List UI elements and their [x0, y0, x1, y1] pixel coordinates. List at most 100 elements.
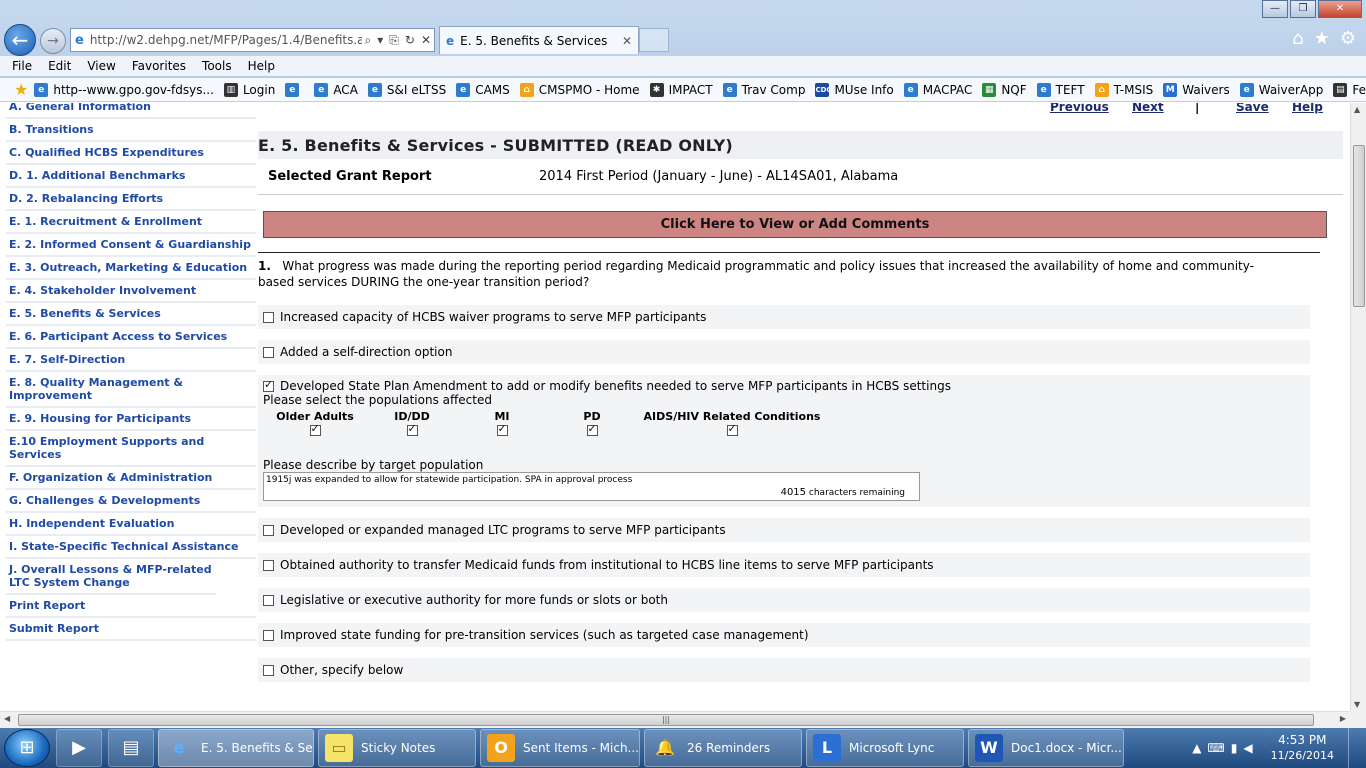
favorite-link[interactable]: ✱ IMPACT: [649, 82, 713, 97]
sidebar-item-additional-benchmarks[interactable]: D. 1. Additional Benchmarks: [6, 165, 256, 188]
maximize-button[interactable]: ❐: [1290, 0, 1316, 18]
favorite-link[interactable]: ⌂ T-MSIS: [1094, 82, 1153, 97]
sidebar-item-outreach[interactable]: E. 3. Outreach, Marketing & Education: [6, 257, 256, 280]
favorite-link[interactable]: e CAMS: [456, 82, 510, 97]
close-window-button[interactable]: ✕: [1318, 0, 1362, 18]
tab-benefits-services[interactable]: e E. 5. Benefits & Services ✕: [439, 26, 639, 54]
start-button[interactable]: ⊞: [4, 729, 50, 767]
explorer-pin[interactable]: ▤: [108, 729, 154, 767]
show-desktop-button[interactable]: [1348, 728, 1360, 768]
favorite-link[interactable]: CDC MUse Info: [815, 82, 894, 97]
menu-view[interactable]: View: [87, 59, 115, 73]
checkbox-checked[interactable]: [586, 422, 598, 436]
sidebar-item-rebalancing[interactable]: D. 2. Rebalancing Efforts: [6, 188, 256, 211]
favorite-link[interactable]: ▤FedRecords: [1333, 82, 1366, 97]
minimize-button[interactable]: —: [1262, 0, 1288, 18]
checkbox[interactable]: [263, 629, 274, 641]
dropdown-icon[interactable]: ▾: [377, 33, 383, 47]
sidebar-item-submit-report[interactable]: Submit Report: [6, 618, 256, 641]
sidebar-item-housing[interactable]: E. 9. Housing for Participants: [6, 408, 256, 431]
menu-file[interactable]: File: [12, 59, 32, 73]
new-tab-button[interactable]: [639, 28, 669, 52]
clock[interactable]: 4:53 PM 11/26/2014: [1271, 733, 1334, 763]
help-link[interactable]: Help: [1292, 103, 1323, 114]
sidebar-item-transitions[interactable]: B. Transitions: [6, 119, 256, 142]
horizontal-scrollbar[interactable]: ◀ ||| ▶: [0, 711, 1350, 728]
sidebar-item-recruitment[interactable]: E. 1. Recruitment & Enrollment: [6, 211, 256, 234]
refresh-icon[interactable]: ↻: [405, 33, 415, 47]
sidebar-item-self-direction[interactable]: E. 7. Self-Direction: [6, 349, 256, 372]
next-link[interactable]: Next: [1132, 103, 1164, 114]
previous-link[interactable]: Previous: [1050, 103, 1109, 114]
taskbar-item-ie[interactable]: e E. 5. Benefits & Se...: [158, 729, 314, 767]
scroll-right-icon[interactable]: ▶: [1340, 714, 1346, 723]
favorite-link[interactable]: ⌂ CMSPMO - Home: [519, 82, 640, 97]
checkbox-checked[interactable]: [263, 378, 274, 392]
taskbar-item-lync[interactable]: L Microsoft Lync: [806, 729, 964, 767]
sidebar-item-quality-management[interactable]: E. 8. Quality Management & Improvement: [6, 372, 256, 408]
gear-icon[interactable]: ⚙: [1340, 28, 1356, 49]
address-bar[interactable]: e http://w2.dehpg.net/MFP/Pages/1.4/Bene…: [70, 28, 435, 52]
sidebar-item-participant-access[interactable]: E. 6. Participant Access to Services: [6, 326, 256, 349]
taskbar-item-sticky-notes[interactable]: ▭ Sticky Notes: [318, 729, 476, 767]
favorite-link[interactable]: e WaiverApp: [1239, 82, 1323, 97]
checkbox[interactable]: [263, 311, 274, 323]
checkbox[interactable]: [263, 524, 274, 536]
favorite-link[interactable]: M Waivers: [1163, 82, 1230, 97]
scroll-thumb[interactable]: [1353, 145, 1365, 307]
home-icon[interactable]: ⌂: [1292, 28, 1303, 49]
taskbar-item-reminders[interactable]: 🔔 26 Reminders: [644, 729, 802, 767]
tray-icons[interactable]: ▲⌨▮◀: [1192, 741, 1258, 755]
scroll-thumb[interactable]: |||: [18, 714, 1314, 726]
stop-icon[interactable]: ✕: [421, 33, 431, 47]
sidebar-item-evaluation[interactable]: H. Independent Evaluation: [6, 513, 256, 536]
close-tab-icon[interactable]: ✕: [622, 34, 632, 48]
favorites-add-star-icon[interactable]: ★: [14, 80, 28, 99]
favorite-link[interactable]: e Trav Comp: [722, 82, 805, 97]
menu-tools[interactable]: Tools: [202, 59, 232, 73]
checkbox[interactable]: [263, 559, 274, 571]
menu-edit[interactable]: Edit: [48, 59, 71, 73]
sidebar-item-employment[interactable]: E.10 Employment Supports and Services: [6, 431, 256, 467]
search-icon[interactable]: ⌕: [365, 33, 372, 48]
view-add-comments-button[interactable]: Click Here to View or Add Comments: [263, 211, 1327, 238]
scroll-up-icon[interactable]: ▲: [1354, 105, 1360, 114]
taskbar-item-word[interactable]: W Doc1.docx - Micr...: [968, 729, 1124, 767]
favorite-link[interactable]: e http--www.gpo.gov-fdsys...: [34, 82, 214, 97]
save-link[interactable]: Save: [1236, 103, 1269, 114]
favorite-link[interactable]: ▥ Login: [223, 82, 275, 97]
checkbox-checked[interactable]: [309, 422, 321, 436]
taskbar-item-outlook[interactable]: O Sent Items - Mich...: [480, 729, 640, 767]
sidebar-item-organization[interactable]: F. Organization & Administration: [6, 467, 256, 490]
favorite-link[interactable]: e: [285, 82, 304, 97]
sidebar-item-challenges[interactable]: G. Challenges & Developments: [6, 490, 256, 513]
favorites-star-icon[interactable]: ★: [1314, 28, 1330, 49]
describe-textarea[interactable]: 1915j was expanded to allow for statewid…: [263, 472, 920, 501]
menu-help[interactable]: Help: [248, 59, 275, 73]
checkbox[interactable]: [263, 594, 274, 606]
vertical-scrollbar[interactable]: ▲ ▼: [1350, 103, 1366, 711]
favorite-link[interactable]: ▦ NQF: [982, 82, 1027, 97]
menu-favorites[interactable]: Favorites: [132, 59, 186, 73]
address-url[interactable]: http://w2.dehpg.net/MFP/Pages/1.4/Benefi…: [90, 33, 362, 47]
favorite-link[interactable]: e S&I eLTSS: [367, 82, 446, 97]
checkbox-checked[interactable]: [406, 422, 418, 436]
sidebar-item-qualified-hcbs[interactable]: C. Qualified HCBS Expenditures: [6, 142, 256, 165]
sidebar-item-stakeholder[interactable]: E. 4. Stakeholder Involvement: [6, 280, 256, 303]
scroll-left-icon[interactable]: ◀: [4, 714, 10, 723]
sidebar-item-overall-lessons[interactable]: J. Overall Lessons & MFP-related LTC Sys…: [6, 559, 216, 595]
checkbox[interactable]: [263, 664, 274, 676]
checkbox-checked[interactable]: [726, 422, 738, 436]
media-player-pin[interactable]: ▶: [56, 729, 102, 767]
sidebar-item-technical-assistance[interactable]: I. State-Specific Technical Assistance: [6, 536, 256, 559]
sidebar-item-benefits-services[interactable]: E. 5. Benefits & Services: [6, 303, 256, 326]
favorite-link[interactable]: e TEFT: [1036, 82, 1085, 97]
back-button[interactable]: ←: [4, 24, 36, 56]
scroll-down-icon[interactable]: ▼: [1354, 700, 1360, 709]
checkbox[interactable]: [263, 346, 274, 358]
sidebar-item-informed-consent[interactable]: E. 2. Informed Consent & Guardianship: [6, 234, 256, 257]
sidebar-item-print-report[interactable]: Print Report: [6, 595, 256, 618]
favorite-link[interactable]: e ACA: [314, 82, 358, 97]
compat-view-icon[interactable]: ⎘: [389, 33, 399, 48]
forward-button[interactable]: →: [40, 28, 66, 54]
